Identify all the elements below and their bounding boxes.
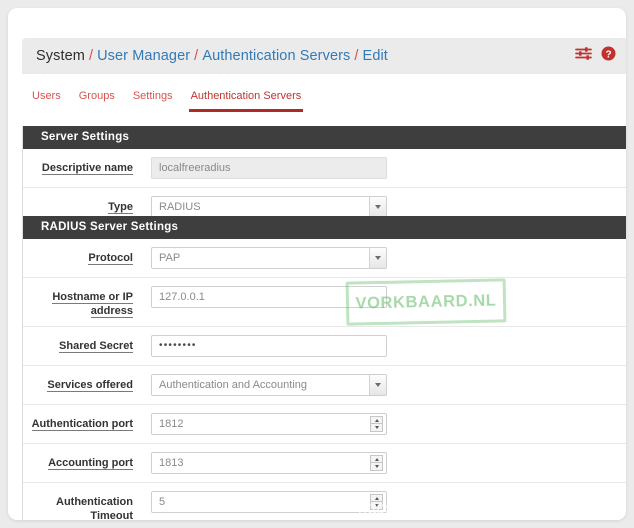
spinner-up-icon[interactable] bbox=[371, 456, 382, 463]
type-select[interactable]: RADIUS bbox=[151, 196, 387, 218]
authentication-timeout-value: 5 bbox=[159, 496, 166, 508]
field-row-descriptive-name: Descriptive name localfreeradius bbox=[23, 149, 626, 188]
label-authentication-port: Authentication port bbox=[31, 418, 133, 431]
label-type: Type bbox=[108, 201, 133, 214]
accounting-port-value: 1813 bbox=[159, 457, 184, 469]
chevron-down-icon bbox=[375, 205, 381, 209]
spinner-down-icon[interactable] bbox=[371, 424, 382, 431]
spinner-down-icon[interactable] bbox=[371, 463, 382, 470]
breadcrumb-link-authentication-servers[interactable]: Authentication Servers bbox=[202, 48, 350, 64]
accounting-port-stepper[interactable]: 1813 bbox=[151, 452, 387, 474]
field-row-authentication-port: Authentication port 1812 bbox=[23, 405, 626, 444]
type-select-value: RADIUS bbox=[159, 201, 201, 213]
authentication-timeout-spinner[interactable] bbox=[370, 494, 383, 510]
tab-groups[interactable]: Groups bbox=[77, 90, 117, 112]
field-type: RADIUS bbox=[133, 196, 626, 218]
accounting-port-spinner[interactable] bbox=[370, 455, 383, 471]
breadcrumb-separator-1: / bbox=[88, 48, 94, 64]
breadcrumb-link-user-manager[interactable]: User Manager bbox=[97, 48, 190, 64]
screenshot-root: System / User Manager / Authentication S… bbox=[0, 0, 634, 528]
protocol-select[interactable]: PAP bbox=[151, 247, 387, 269]
field-accounting-port: 1813 bbox=[133, 452, 626, 474]
field-authentication-timeout: 5 This value controls how long, in secon… bbox=[133, 491, 626, 520]
spinner-down-icon[interactable] bbox=[371, 502, 382, 509]
panel-radius-server-settings: RADIUS Server Settings Protocol PAP Host… bbox=[22, 216, 626, 520]
panel-server-settings: Server Settings Descriptive name localfr… bbox=[22, 126, 626, 227]
field-row-accounting-port: Accounting port 1813 bbox=[23, 444, 626, 483]
label-accounting-port: Accounting port bbox=[48, 457, 133, 470]
panel-server-settings-title: Server Settings bbox=[23, 126, 626, 149]
svg-text:?: ? bbox=[605, 49, 611, 60]
sliders-icon[interactable] bbox=[575, 46, 592, 66]
content-card: System / User Manager / Authentication S… bbox=[8, 8, 626, 520]
authentication-port-stepper[interactable]: 1812 bbox=[151, 413, 387, 435]
descriptive-name-input[interactable]: localfreeradius bbox=[151, 157, 387, 179]
label-protocol: Protocol bbox=[88, 252, 133, 265]
chevron-down-icon bbox=[375, 383, 381, 387]
panel-radius-server-settings-title: RADIUS Server Settings bbox=[23, 216, 626, 239]
spinner-up-icon[interactable] bbox=[371, 495, 382, 502]
tab-users[interactable]: Users bbox=[30, 90, 63, 112]
field-shared-secret: •••••••• bbox=[133, 335, 626, 357]
services-offered-select-button[interactable] bbox=[369, 375, 386, 395]
services-offered-select-value: Authentication and Accounting bbox=[159, 379, 308, 391]
authentication-timeout-help-text: This value controls how long, in seconds… bbox=[151, 519, 617, 520]
breadcrumb-root: System bbox=[36, 48, 85, 64]
authentication-port-spinner[interactable] bbox=[370, 416, 383, 432]
field-services-offered: Authentication and Accounting bbox=[133, 374, 626, 396]
field-row-authentication-timeout: Authentication Timeout 5 This value cont… bbox=[23, 483, 626, 520]
tab-authentication-servers[interactable]: Authentication Servers bbox=[188, 90, 304, 112]
field-row-hostname: Hostname or IP address 127.0.0.1 bbox=[23, 278, 626, 327]
label-shared-secret: Shared Secret bbox=[59, 340, 133, 353]
field-descriptive-name: localfreeradius bbox=[133, 157, 626, 179]
label-authentication-timeout: Authentication Timeout bbox=[56, 496, 133, 520]
label-services-offered: Services offered bbox=[47, 379, 133, 392]
protocol-select-button[interactable] bbox=[369, 248, 386, 268]
label-hostname: Hostname or IP address bbox=[52, 291, 133, 318]
header-icon-group: ? bbox=[575, 46, 616, 66]
field-row-services-offered: Services offered Authentication and Acco… bbox=[23, 366, 626, 405]
breadcrumb: System / User Manager / Authentication S… bbox=[22, 38, 626, 74]
authentication-port-value: 1812 bbox=[159, 418, 184, 430]
breadcrumb-separator-3: / bbox=[354, 48, 359, 64]
breadcrumb-separator-2: / bbox=[194, 48, 199, 64]
services-offered-select[interactable]: Authentication and Accounting bbox=[151, 374, 387, 396]
field-row-shared-secret: Shared Secret •••••••• bbox=[23, 327, 626, 366]
field-authentication-port: 1812 bbox=[133, 413, 626, 435]
breadcrumb-link-edit[interactable]: Edit bbox=[363, 48, 388, 64]
field-row-protocol: Protocol PAP bbox=[23, 239, 626, 278]
shared-secret-input[interactable]: •••••••• bbox=[151, 335, 387, 357]
field-protocol: PAP bbox=[133, 247, 626, 269]
protocol-select-value: PAP bbox=[159, 252, 181, 264]
type-select-button[interactable] bbox=[369, 197, 386, 217]
tab-bar: Users Groups Settings Authentication Ser… bbox=[30, 90, 304, 112]
tab-settings[interactable]: Settings bbox=[131, 90, 175, 112]
chevron-down-icon bbox=[375, 256, 381, 260]
label-descriptive-name: Descriptive name bbox=[41, 162, 133, 175]
field-hostname: 127.0.0.1 bbox=[133, 286, 626, 308]
help-circle-icon[interactable]: ? bbox=[601, 46, 616, 66]
spinner-up-icon[interactable] bbox=[371, 417, 382, 424]
authentication-timeout-stepper[interactable]: 5 bbox=[151, 491, 387, 513]
hostname-input[interactable]: 127.0.0.1 bbox=[151, 286, 387, 308]
